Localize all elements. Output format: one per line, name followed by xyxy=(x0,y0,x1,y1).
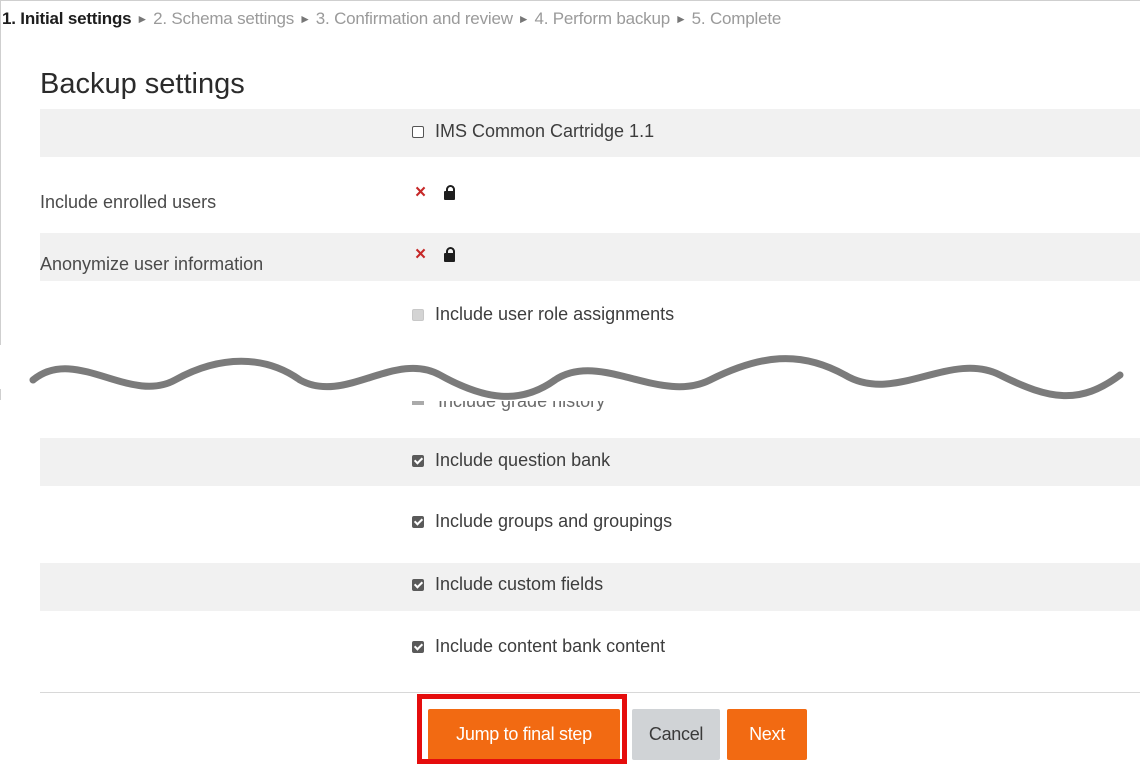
cross-icon: × xyxy=(415,182,427,203)
groups-checkbox[interactable] xyxy=(412,515,424,528)
frame-left-border xyxy=(0,0,1,400)
content-bank-checkbox-control[interactable]: Include content bank content xyxy=(412,636,665,657)
setting-row-custom-fields: Include custom fields xyxy=(40,563,1140,611)
frame-top-border xyxy=(0,0,1140,1)
progress-arrow-icon: ► xyxy=(136,12,149,26)
progress-step-perform-backup: 4. Perform backup xyxy=(534,9,670,28)
jump-to-final-step-button[interactable]: Jump to final step xyxy=(428,709,620,760)
progress-step-confirmation: 3. Confirmation and review xyxy=(315,9,513,28)
role-assignments-label: Include user role assignments xyxy=(435,304,675,324)
ims-cc-checkbox[interactable] xyxy=(412,125,424,138)
backup-progress-breadcrumb: 1. Initial settings ► 2. Schema settings ► 3… xyxy=(2,9,781,29)
custom-fields-checkbox[interactable] xyxy=(412,578,424,591)
enrolled-users-status: × xyxy=(412,182,456,204)
groups-checkbox-control[interactable]: Include groups and groupings xyxy=(412,511,672,532)
question-bank-checkbox[interactable] xyxy=(412,454,424,467)
progress-step-complete: 5. Complete xyxy=(691,9,782,28)
content-bank-label: Include content bank content xyxy=(435,636,666,656)
content-break-wave xyxy=(0,345,1140,400)
setting-row-content-bank: Include content bank content xyxy=(40,625,1140,673)
setting-row-anonymize: Anonymize user information × xyxy=(40,233,1140,281)
enrolled-users-label: Include enrolled users xyxy=(40,192,217,212)
lock-icon xyxy=(444,247,456,262)
lock-icon xyxy=(444,185,456,200)
custom-fields-checkbox-control[interactable]: Include custom fields xyxy=(412,574,603,595)
page-title: Backup settings xyxy=(40,68,245,100)
next-button[interactable]: Next xyxy=(727,709,807,760)
progress-step-schema-settings: 2. Schema settings xyxy=(153,9,295,28)
custom-fields-label: Include custom fields xyxy=(435,574,604,594)
progress-arrow-icon: ► xyxy=(299,12,311,26)
question-bank-label: Include question bank xyxy=(435,450,611,470)
progress-arrow-icon: ► xyxy=(674,12,687,26)
setting-row-role-assignments: Include user role assignments xyxy=(40,294,1140,342)
ims-cc-checkbox-control[interactable]: IMS Common Cartridge 1.1 xyxy=(412,121,654,142)
anonymize-label: Anonymize user information xyxy=(40,254,264,274)
ims-cc-label: IMS Common Cartridge 1.1 xyxy=(435,121,655,141)
anonymize-status: × xyxy=(412,244,456,266)
groups-label: Include groups and groupings xyxy=(435,511,673,531)
progress-step-initial-settings: 1. Initial settings xyxy=(2,9,132,28)
cross-icon: × xyxy=(415,244,427,265)
backup-page: 1. Initial settings ► 2. Schema settings ► 3… xyxy=(0,0,1140,767)
cancel-button[interactable]: Cancel xyxy=(632,709,720,760)
setting-row-ims-cc: IMS Common Cartridge 1.1 xyxy=(40,109,1140,157)
progress-arrow-icon: ► xyxy=(517,12,530,26)
content-bank-checkbox[interactable] xyxy=(412,640,424,653)
setting-row-question-bank: Include question bank xyxy=(40,438,1140,486)
role-assignments-checkbox[interactable] xyxy=(412,308,424,321)
question-bank-checkbox-control[interactable]: Include question bank xyxy=(412,450,610,471)
setting-row-groups: Include groups and groupings xyxy=(40,500,1140,548)
setting-row-enrolled-users: Include enrolled users × xyxy=(40,171,1140,219)
footer-divider xyxy=(40,692,1140,693)
role-assignments-checkbox-control[interactable]: Include user role assignments xyxy=(412,304,674,325)
